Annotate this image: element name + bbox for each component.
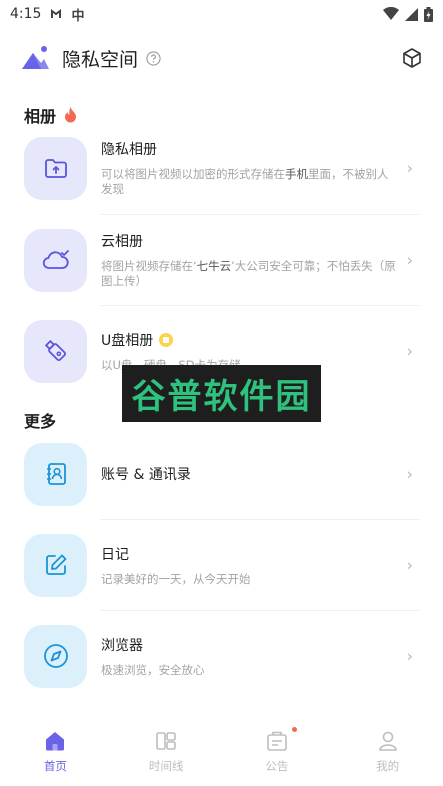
vip-badge-icon <box>159 332 174 347</box>
status-bar: 4:15 中 <box>0 0 443 28</box>
contact-book-icon <box>46 463 66 485</box>
accounts-contacts-title: 账号 & 通讯录 <box>101 467 191 483</box>
notification-dot <box>291 727 297 732</box>
private-album-desc: 可以将图片视频以加密的形式存储在手机里面，不被别人发现 <box>101 167 399 197</box>
private-album-desc-b: 手机 <box>285 167 308 181</box>
nav-timeline-label: 时间线 <box>148 759 184 773</box>
chevron-right-icon: › <box>406 646 413 666</box>
diary-desc: 记录美好的一天，从今天开始 <box>101 571 251 586</box>
chevron-right-icon: › <box>406 464 413 484</box>
nav-profile-label: 我的 <box>376 759 400 773</box>
usb-album-tile <box>24 319 87 383</box>
nav-home-label: 首页 <box>43 759 67 773</box>
diary-tile <box>24 533 87 597</box>
carrier-glyph: 中 <box>71 8 85 24</box>
flame-icon <box>65 107 77 123</box>
browser-tile <box>24 624 87 688</box>
help-icon[interactable] <box>146 50 161 66</box>
diary-title: 日记 <box>101 546 129 563</box>
cloud-check-icon <box>42 250 69 269</box>
folder-upload-icon <box>44 159 67 178</box>
cloud-album-tile <box>24 228 87 292</box>
chevron-right-icon: › <box>406 555 413 575</box>
accounts-contacts-tile <box>24 442 87 506</box>
wifi-icon <box>383 7 399 20</box>
battery-icon <box>424 6 433 22</box>
nav-announcement-label: 公告 <box>265 759 289 773</box>
usb-album-title: U盘相册 <box>101 332 154 349</box>
page-title: 隐私空间 <box>62 48 139 71</box>
nav-timeline[interactable]: 时间线 <box>111 720 222 786</box>
browser-item[interactable]: 浏览器 极速浏览，安全放心 › <box>24 611 419 701</box>
sync-status-icon <box>51 9 62 18</box>
compass-icon <box>43 644 68 668</box>
bottom-nav: 首页 时间线 公告 我的 <box>0 720 443 786</box>
browser-title: 浏览器 <box>101 637 143 654</box>
cloud-album-item[interactable]: 云相册 将图片视频存储在‘七牛云’大公司安全可靠；不怕丢失（原图上传） › <box>24 215 419 305</box>
accounts-contacts-item[interactable]: 账号 & 通讯录 › <box>24 429 419 519</box>
home-icon <box>46 732 65 751</box>
private-album-tile <box>24 136 87 200</box>
browser-desc: 极速浏览，安全放心 <box>101 662 205 677</box>
cloud-album-desc: 将图片视频存储在‘七牛云’大公司安全可靠；不怕丢失（原图上传） <box>101 259 399 289</box>
status-time: 4:15 <box>10 6 42 22</box>
diary-item[interactable]: 日记 记录美好的一天，从今天开始 › <box>24 520 419 610</box>
chevron-right-icon: › <box>406 158 413 178</box>
cube-icon[interactable] <box>401 47 423 69</box>
private-album-title: 隐私相册 <box>101 142 157 158</box>
usb-drive-icon <box>44 339 66 361</box>
nav-announcement[interactable]: 公告 <box>222 720 333 786</box>
chevron-right-icon: › <box>406 341 413 361</box>
private-album-item[interactable]: 隐私相册 可以将图片视频以加密的形式存储在手机里面，不被别人发现 › <box>24 123 419 213</box>
app-logo-icon <box>22 46 49 69</box>
nav-home[interactable]: 首页 <box>0 720 111 786</box>
cloud-album-title: 云相册 <box>101 234 143 250</box>
timeline-icon <box>156 732 176 750</box>
nav-profile[interactable]: 我的 <box>332 720 443 786</box>
cloud-album-desc-b: 七牛云 <box>196 259 232 273</box>
chevron-right-icon: › <box>406 250 413 270</box>
private-album-desc-a: 可以将图片视频以加密的形式存储在 <box>101 167 285 181</box>
edit-note-icon <box>45 554 66 575</box>
announcement-icon <box>267 731 287 751</box>
watermark-banner: 谷普软件园 <box>122 365 321 422</box>
watermark-text: 谷普软件园 <box>131 377 312 417</box>
profile-icon <box>378 731 397 751</box>
signal-icon <box>405 7 418 21</box>
app-header: 隐私空间 <box>0 36 443 80</box>
cloud-album-desc-a: 将图片视频存储在‘ <box>101 259 197 273</box>
